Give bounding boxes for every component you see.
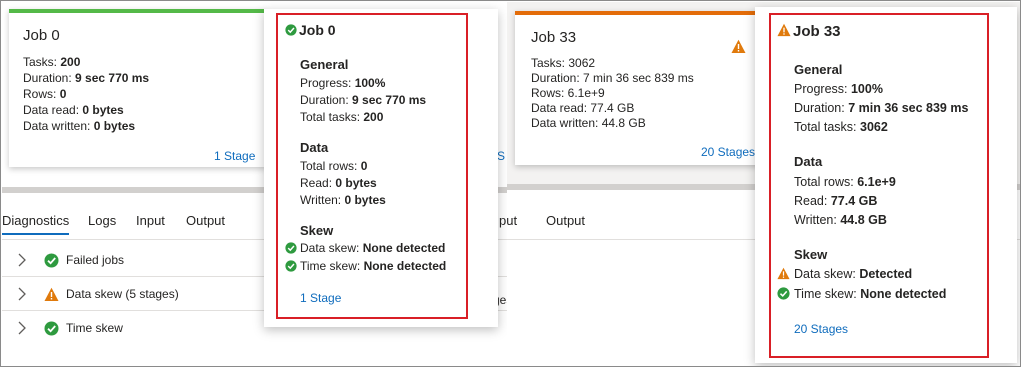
skew-heading: Skew	[794, 247, 828, 262]
read-line: Read: 0 bytes	[300, 176, 377, 190]
job-0-card[interactable]: Job 0 Tasks: 200 Duration: 9 sec 770 ms …	[9, 9, 267, 167]
tab-input[interactable]: Input	[136, 213, 165, 228]
success-check-icon	[285, 260, 297, 272]
data-heading: Data	[794, 154, 823, 169]
job-card-stages-link[interactable]: 20 Stages	[701, 145, 755, 159]
warning-icon	[777, 267, 790, 280]
time-skew-line: Time skew: None detected	[794, 287, 947, 301]
written-line: Written: 44.8 GB	[794, 213, 887, 227]
job-card-stages-link[interactable]: 1 Stage	[214, 149, 255, 163]
tab-output[interactable]: Output	[186, 213, 225, 228]
job-card-rows: Rows: 6.1e+9	[531, 86, 605, 100]
chevron-right-icon[interactable]	[16, 252, 28, 268]
data-heading: Data	[300, 140, 329, 155]
partial-stages-link[interactable]: S	[497, 149, 505, 163]
job-0-tooltip: Job 0 General Progress: 100% Duration: 9…	[264, 9, 498, 327]
job-card-duration: Duration: 9 sec 770 ms	[23, 71, 150, 85]
success-check-icon	[285, 24, 297, 36]
duration-line: Duration: 9 sec 770 ms	[300, 93, 427, 107]
diagnostic-label: Time skew	[66, 321, 123, 335]
job-card-title: Job 33	[531, 29, 577, 46]
general-heading: General	[300, 57, 349, 72]
warning-icon	[777, 23, 791, 37]
tooltip-title: Job 0	[299, 22, 336, 38]
chevron-right-icon[interactable]	[16, 286, 28, 302]
tab-diagnostics[interactable]: Diagnostics	[2, 213, 70, 235]
tooltip-stages-link[interactable]: 20 Stages	[794, 322, 848, 336]
total-rows-line: Total rows: 6.1e+9	[794, 175, 896, 189]
duration-line: Duration: 7 min 36 sec 839 ms	[794, 101, 969, 115]
screenshot-frame: Job 0 Tasks: 200 Duration: 9 sec 770 ms …	[0, 0, 1021, 367]
tooltip-stages-link[interactable]: 1 Stage	[300, 291, 341, 305]
job-card-data-read: Data read: 77.4 GB	[531, 101, 635, 115]
job-status-bar	[515, 11, 777, 15]
total-tasks-line: Total tasks: 200	[300, 110, 384, 124]
diagnostic-label: Data skew (5 stages)	[66, 287, 179, 301]
skew-heading: Skew	[300, 223, 334, 238]
data-skew-line: Data skew: Detected	[794, 267, 913, 281]
warning-icon	[731, 39, 746, 54]
read-line: Read: 77.4 GB	[794, 194, 878, 208]
success-check-icon	[44, 321, 59, 336]
job-card-duration: Duration: 7 min 36 sec 839 ms	[531, 71, 694, 85]
total-rows-line: Total rows: 0	[300, 159, 368, 173]
job-33-tooltip: Job 33 General Progress: 100% Duration: …	[755, 7, 1017, 363]
success-check-icon	[44, 253, 59, 268]
chevron-right-icon[interactable]	[16, 320, 28, 336]
written-line: Written: 0 bytes	[300, 193, 386, 207]
job-card-data-read: Data read: 0 bytes	[23, 103, 124, 117]
total-tasks-line: Total tasks: 3062	[794, 120, 888, 134]
tab-logs[interactable]: Logs	[88, 213, 116, 228]
data-skew-line: Data skew: None detected	[300, 241, 446, 255]
job-card-rows: Rows: 0	[23, 87, 67, 101]
job-33-card[interactable]: Job 33 Tasks: 3062 Duration: 7 min 36 se…	[515, 11, 777, 165]
tooltip-title: Job 33	[793, 23, 841, 40]
diagnostic-label: Failed jobs	[66, 253, 125, 267]
job-card-tasks: Tasks: 3062	[531, 56, 596, 70]
success-check-icon	[285, 242, 297, 254]
warning-icon	[44, 287, 59, 302]
progress-line: Progress: 100%	[300, 76, 386, 90]
job-card-title: Job 0	[23, 27, 60, 44]
tab-output[interactable]: Output	[546, 213, 585, 228]
progress-line: Progress: 100%	[794, 82, 883, 96]
job-card-data-written: Data written: 0 bytes	[23, 119, 136, 133]
job-card-tasks: Tasks: 200	[23, 55, 81, 69]
general-heading: General	[794, 62, 843, 77]
job-status-bar	[9, 9, 267, 13]
success-check-icon	[777, 287, 790, 300]
time-skew-line: Time skew: None detected	[300, 259, 447, 273]
job-card-data-written: Data written: 44.8 GB	[531, 116, 646, 130]
tab-input-partial[interactable]: put	[499, 213, 517, 228]
